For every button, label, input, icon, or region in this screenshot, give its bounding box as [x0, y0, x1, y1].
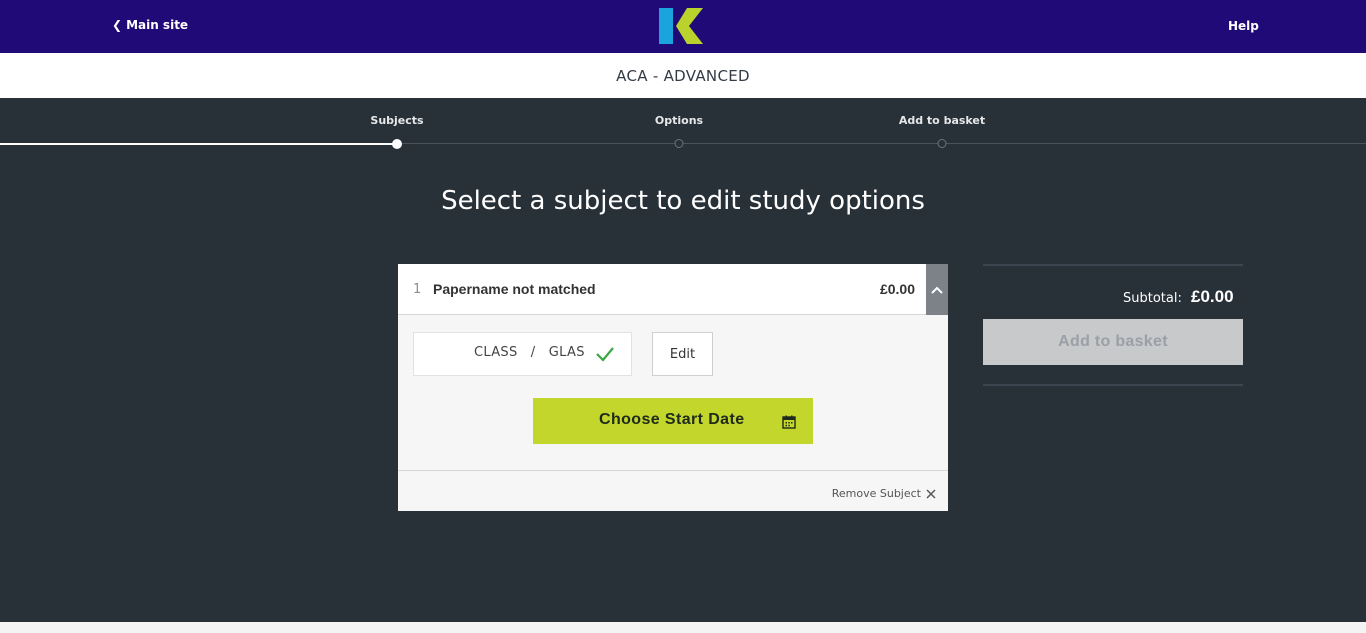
- help-link[interactable]: Help: [1228, 19, 1259, 33]
- selected-options-text: CLASS / GLAS: [474, 345, 585, 360]
- card-divider: [398, 470, 948, 471]
- selected-options: CLASS / GLAS: [413, 332, 632, 376]
- subtotal-label: Subtotal:: [1123, 291, 1182, 306]
- progress-line-complete: [0, 143, 397, 145]
- page-heading: Select a subject to edit study options: [441, 186, 925, 216]
- main-content: Subjects Options Add to basket Select a …: [0, 98, 1366, 622]
- step-add-to-basket[interactable]: Add to basket: [899, 114, 985, 127]
- course-title-bar: ACA - ADVANCED: [0, 53, 1366, 98]
- main-site-label: Main site: [126, 18, 189, 32]
- edit-button[interactable]: Edit: [652, 332, 713, 376]
- main-site-link[interactable]: ❮ Main site: [112, 18, 188, 32]
- step-options[interactable]: Options: [655, 114, 703, 127]
- choose-start-date-label: Choose Start Date: [599, 411, 745, 428]
- footer-strip: [0, 622, 1366, 633]
- calendar-icon: [782, 415, 796, 429]
- step-subjects[interactable]: Subjects: [370, 114, 423, 127]
- top-nav-bar: ❮ Main site Help: [0, 0, 1366, 53]
- step-add-to-basket-dot: [937, 139, 947, 148]
- choose-start-date-button[interactable]: Choose Start Date: [533, 398, 813, 444]
- brand-logo[interactable]: [659, 8, 707, 44]
- remove-subject-link[interactable]: Remove Subject: [832, 487, 936, 500]
- add-to-basket-button[interactable]: Add to basket: [983, 319, 1243, 365]
- collapse-button[interactable]: [926, 264, 948, 315]
- basket-divider-top: [983, 264, 1243, 266]
- close-icon: [926, 489, 936, 498]
- chevron-up-icon: [931, 286, 943, 294]
- remove-subject-label: Remove Subject: [831, 487, 921, 500]
- subject-name: Papername not matched: [433, 281, 596, 297]
- progress-line-remaining: [397, 143, 1366, 144]
- check-icon: [596, 347, 614, 362]
- subtotal-value: £0.00: [1191, 287, 1234, 306]
- step-subjects-dot: [392, 139, 402, 149]
- logo-icon: [659, 8, 703, 44]
- chevron-left-icon: ❮: [112, 18, 123, 32]
- basket-divider-bottom: [983, 384, 1243, 386]
- subject-card: 1 Papername not matched £0.00 CLASS / GL…: [398, 264, 948, 511]
- course-title: ACA - ADVANCED: [616, 66, 750, 85]
- subject-card-header[interactable]: 1 Papername not matched £0.00: [398, 264, 948, 315]
- subject-number: 1: [413, 282, 422, 297]
- step-options-dot: [674, 139, 684, 148]
- subject-price: £0.00: [879, 281, 915, 297]
